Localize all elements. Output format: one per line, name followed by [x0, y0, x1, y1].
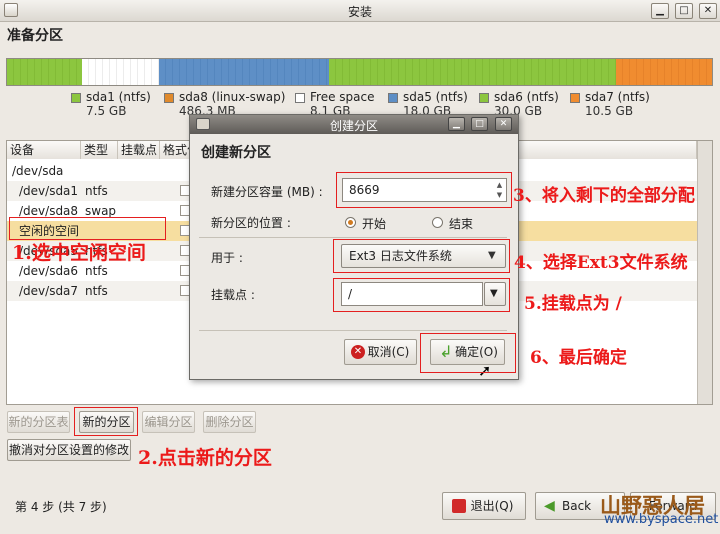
revert-changes-button[interactable]: 撤消对分区设置的修改	[7, 439, 131, 461]
legend-swatch	[295, 93, 305, 103]
legend-name: sda8 (linux-swap)	[179, 90, 286, 104]
legend-name: sda6 (ntfs)	[494, 90, 559, 104]
dialog-maximize-button[interactable]: □	[471, 117, 488, 131]
annotation-step-5: 5.挂载点为 /	[524, 294, 622, 314]
use-as-label: 用于 :	[211, 251, 243, 265]
minimize-button[interactable]: ▁	[651, 3, 669, 19]
annotation-step-4: 4、选择Ext3文件系统	[514, 253, 688, 273]
annotation-step-2: 2.点击新的分区	[138, 447, 272, 469]
new-partition-table-button[interactable]: 新的分区表	[7, 411, 70, 433]
legend-swatch	[570, 93, 580, 103]
location-end-radio[interactable]	[432, 217, 443, 228]
step-indicator: 第 4 步 (共 7 步)	[15, 500, 107, 514]
legend-name: sda5 (ntfs)	[403, 90, 468, 104]
maximize-button[interactable]: □	[675, 3, 693, 19]
back-label: Back	[562, 499, 592, 513]
dialog-cancel-button[interactable]: ✕ 取消(C)	[344, 339, 417, 365]
dialog-separator	[199, 330, 507, 331]
partition-bar-sda5	[159, 59, 329, 85]
legend-swatch	[71, 93, 81, 103]
window-title: 安装	[347, 5, 372, 19]
dialog-heading: 创建新分区	[201, 145, 271, 161]
location-label: 新分区的位置 :	[211, 216, 291, 230]
page-title: 准备分区	[7, 28, 63, 44]
row-type: ntfs	[85, 284, 108, 298]
partition-bar-sda1	[7, 59, 82, 85]
dialog-separator	[199, 237, 507, 238]
watermark-url: www.byspace.net	[604, 512, 719, 527]
quit-icon	[452, 499, 466, 513]
window-titlebar: 安装 ▁ □ ✕	[0, 0, 720, 22]
annotation-box-mount	[333, 278, 510, 312]
location-begin-radio[interactable]	[345, 217, 356, 228]
legend-size: 7.5 GB	[86, 104, 127, 118]
location-end-label: 结束	[449, 217, 474, 231]
quit-button[interactable]: 退出(Q)	[442, 492, 526, 520]
size-label: 新建分区容量 (MB) :	[211, 185, 323, 199]
legend-name: sda1 (ntfs)	[86, 90, 151, 104]
annotation-step-1: 1.选中空闲空间	[12, 242, 146, 264]
annotation-step-6: 6、最后确定	[530, 348, 627, 368]
delete-partition-button[interactable]: 删除分区	[203, 411, 256, 433]
row-device: /dev/sda1	[19, 184, 79, 198]
back-arrow-icon: ◀	[544, 498, 555, 514]
legend-sda1: sda1 (ntfs) 7.5 GB	[71, 90, 171, 120]
column-header-type[interactable]: 类型	[81, 141, 118, 159]
edit-partition-button[interactable]: 编辑分区	[142, 411, 195, 433]
annotation-box-ok	[420, 333, 516, 373]
partition-bar-sda7	[616, 59, 712, 85]
annotation-box-size	[336, 172, 512, 208]
column-header-mount[interactable]: 挂载点	[118, 141, 160, 159]
quit-label: 退出(Q)	[470, 499, 514, 513]
legend-name: Free space	[310, 90, 375, 104]
annotation-box-filesystem	[333, 239, 510, 273]
legend-swatch	[164, 93, 174, 103]
row-type: ntfs	[85, 184, 108, 198]
legend-swatch	[479, 93, 489, 103]
column-header-device[interactable]: 设备	[7, 141, 81, 159]
table-scrollbar[interactable]	[697, 141, 712, 404]
row-device: /dev/sda7	[19, 284, 79, 298]
annotation-step-3: 3、将入剩下的全部分配	[513, 186, 695, 206]
partition-bar-sda6	[329, 59, 616, 85]
legend-size: 10.5 GB	[585, 104, 634, 118]
dialog-titlebar: 创建分区 ▁ □ ✕	[190, 115, 518, 134]
dialog-close-button[interactable]: ✕	[495, 117, 512, 131]
legend-sda7: sda7 (ntfs) 10.5 GB	[570, 90, 670, 120]
partition-bar-free-space	[82, 59, 159, 85]
cancel-label: 取消(C)	[367, 345, 410, 359]
dialog-minimize-button[interactable]: ▁	[448, 117, 465, 131]
partition-bar	[6, 58, 713, 86]
legend-swatch	[388, 93, 398, 103]
location-begin-label: 开始	[362, 217, 387, 231]
annotation-box-new-partition	[74, 407, 138, 436]
legend-name: sda7 (ntfs)	[585, 90, 650, 104]
dialog-title: 创建分区	[329, 119, 378, 133]
annotation-box-free-space	[9, 217, 166, 240]
mount-point-label: 挂载点 :	[211, 288, 255, 302]
cancel-icon: ✕	[351, 345, 365, 359]
close-button[interactable]: ✕	[699, 3, 717, 19]
row-device: /dev/sda	[12, 164, 64, 178]
